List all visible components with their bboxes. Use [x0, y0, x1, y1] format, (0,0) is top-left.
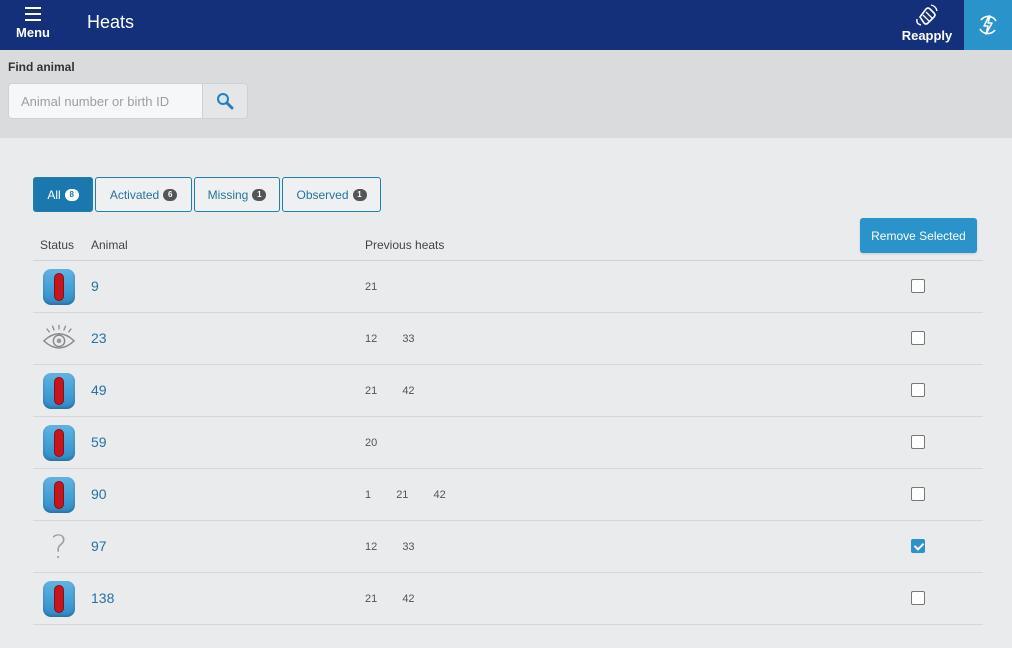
previous-heats: 21 42 — [365, 385, 437, 397]
animal-link[interactable]: 23 — [91, 330, 107, 346]
activated-tag-icon — [43, 425, 75, 461]
previous-heats: 21 — [365, 281, 399, 293]
count-badge: 6 — [163, 188, 178, 201]
activated-tag-icon — [43, 269, 75, 305]
row-select-checkbox[interactable] — [911, 331, 925, 345]
page-title: Heats — [87, 12, 135, 32]
top-bar: Menu Heats Reapply — [0, 0, 1012, 50]
find-animal-label: Find animal — [8, 60, 75, 74]
row-select-checkbox[interactable] — [911, 487, 925, 501]
status-cell — [42, 269, 76, 305]
animal-link[interactable]: 49 — [91, 382, 107, 398]
row-select-checkbox[interactable] — [911, 435, 925, 449]
row-select-checkbox[interactable] — [911, 383, 925, 397]
animal-search-input[interactable] — [8, 83, 202, 119]
filter-label: All — [47, 187, 61, 202]
search-button[interactable] — [202, 83, 248, 119]
reapply-hand-icon — [916, 4, 938, 26]
observed-eye-icon — [42, 324, 76, 349]
status-cell — [42, 321, 76, 357]
filter-tab-all[interactable]: All 8 — [33, 177, 93, 212]
activated-tag-icon — [43, 373, 75, 409]
previous-heats: 1 21 42 — [365, 489, 468, 501]
menu-button[interactable]: Menu — [8, 2, 58, 48]
heat-day: 12 — [365, 541, 378, 553]
table-row: 23 12 33 — [33, 313, 983, 365]
row-select-checkbox[interactable] — [911, 539, 925, 553]
heat-day: 42 — [433, 489, 446, 501]
heat-day: 1 — [365, 489, 372, 501]
row-select-checkbox[interactable] — [911, 279, 925, 293]
heat-day: 42 — [402, 593, 415, 605]
reapply-label: Reapply — [901, 28, 953, 43]
animal-link[interactable]: 9 — [91, 278, 99, 294]
filter-tab-missing[interactable]: Missing 1 — [194, 177, 280, 212]
column-header-previous-heats: Previous heats — [365, 238, 445, 252]
hamburger-icon — [25, 7, 41, 21]
filter-label: Missing — [207, 187, 249, 202]
animal-link[interactable]: 138 — [91, 590, 114, 606]
heat-day: 20 — [365, 437, 378, 449]
activated-tag-icon — [43, 581, 75, 617]
column-header-animal: Animal — [91, 238, 128, 252]
missing-question-icon: ? — [50, 528, 68, 566]
row-select-checkbox[interactable] — [911, 591, 925, 605]
table-row: ? 97 12 33 — [33, 521, 983, 573]
sync-bolt-icon — [979, 15, 997, 35]
animal-link[interactable]: 97 — [91, 538, 107, 554]
sync-button[interactable] — [964, 0, 1012, 50]
animal-link[interactable]: 90 — [91, 486, 107, 502]
heat-day: 21 — [365, 281, 378, 293]
heat-day: 21 — [365, 593, 378, 605]
heat-day: 21 — [365, 385, 378, 397]
table-row: 59 20 — [33, 417, 983, 469]
table-row: 138 21 42 — [33, 573, 983, 625]
status-cell — [42, 373, 76, 409]
filter-label: Activated — [109, 187, 160, 202]
search-panel: Find animal — [0, 50, 1012, 138]
filter-tab-activated[interactable]: Activated 6 — [95, 177, 192, 212]
count-badge: 1 — [252, 188, 267, 201]
heat-day: 21 — [396, 489, 409, 501]
table-row: 9 21 — [33, 261, 983, 313]
remove-selected-button[interactable]: Remove Selected — [860, 218, 977, 253]
count-badge: 1 — [352, 188, 367, 201]
heat-day: 42 — [402, 385, 415, 397]
activated-tag-icon — [43, 477, 75, 513]
previous-heats: 20 — [365, 437, 399, 449]
menu-label: Menu — [16, 25, 50, 40]
heat-day: 12 — [365, 333, 378, 345]
previous-heats: 12 33 — [365, 333, 437, 345]
status-cell — [42, 425, 76, 461]
heat-day: 33 — [402, 333, 415, 345]
column-header-status: Status — [40, 238, 75, 252]
animal-link[interactable]: 59 — [91, 434, 107, 450]
status-cell — [42, 477, 76, 513]
count-badge: 8 — [64, 188, 79, 201]
status-cell — [42, 581, 76, 617]
previous-heats: 12 33 — [365, 541, 437, 553]
status-cell: ? — [42, 528, 76, 566]
filter-label: Observed — [296, 187, 349, 202]
heat-day: 33 — [402, 541, 415, 553]
table-row: 49 21 42 — [33, 365, 983, 417]
reapply-button[interactable]: Reapply — [896, 0, 958, 50]
filter-tab-observed[interactable]: Observed 1 — [282, 177, 381, 212]
table-row: 90 1 21 42 — [33, 469, 983, 521]
previous-heats: 21 42 — [365, 593, 437, 605]
search-icon — [217, 93, 234, 110]
